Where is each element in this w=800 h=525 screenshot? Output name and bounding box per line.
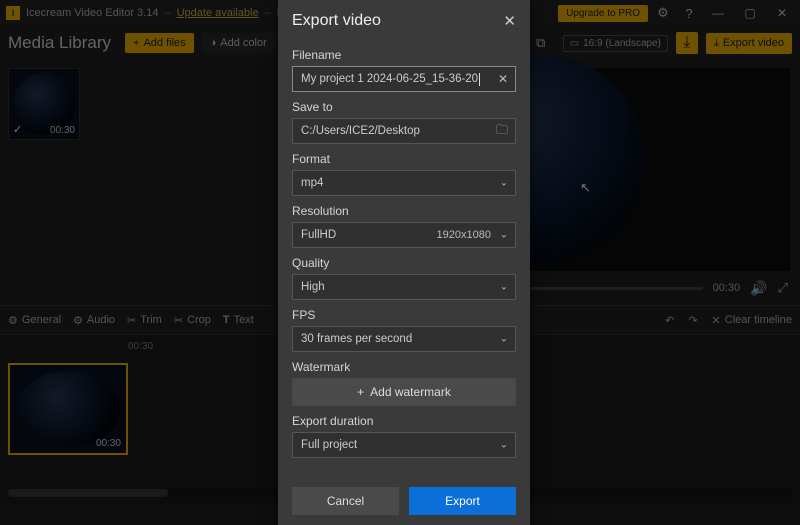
text-tool[interactable]: TText: [223, 314, 254, 326]
duration-select[interactable]: Full project ⌄: [292, 432, 516, 458]
chevron-down-icon: ⌄: [500, 334, 508, 345]
dialog-title: Export video: [292, 12, 381, 30]
undo-icon[interactable]: ↶: [665, 314, 674, 327]
watermark-label: Watermark: [292, 360, 516, 374]
saveto-input[interactable]: C:/Users/ICE2/Desktop 🗀: [292, 118, 516, 144]
add-color-button[interactable]: ◑Add color: [202, 33, 275, 53]
quality-select[interactable]: High ⌄: [292, 274, 516, 300]
gear-icon: ⚙: [8, 314, 18, 327]
separator: –: [265, 7, 271, 19]
fullscreen-icon[interactable]: ⤢: [778, 280, 788, 296]
camera-icon[interactable]: ⧉: [527, 31, 555, 55]
export-button[interactable]: Export: [409, 487, 516, 515]
filename-input[interactable]: My project 1 2024-06-25_15-36-20 ✕: [292, 66, 516, 92]
thumbnail-duration: 00:30: [50, 125, 75, 136]
app-icon: I: [6, 6, 20, 20]
maximize-button[interactable]: ▢: [736, 0, 764, 26]
close-button[interactable]: ✕: [768, 0, 796, 26]
time-total: 00:30: [713, 282, 741, 294]
resolution-select[interactable]: FullHD 1920x1080 ⌄: [292, 222, 516, 248]
aspect-icon: ▭: [570, 38, 579, 49]
export-icon-button[interactable]: ⤓: [676, 32, 698, 54]
volume-icon[interactable]: 🔊: [750, 280, 767, 297]
redo-icon[interactable]: ↷: [688, 314, 697, 327]
chevron-down-icon: ⌄: [500, 440, 508, 451]
text-icon: T: [223, 314, 230, 326]
cancel-button[interactable]: Cancel: [292, 487, 399, 515]
clear-timeline-button[interactable]: ✕Clear timeline: [712, 314, 792, 327]
ruler-tick: 00:30: [128, 341, 153, 352]
minimize-button[interactable]: —: [704, 0, 732, 26]
app-name: Icecream Video Editor 3.14: [26, 7, 158, 19]
clip-duration: 00:30: [96, 438, 121, 449]
trim-tool[interactable]: ✂Trim: [127, 314, 162, 327]
palette-icon: ◑: [210, 37, 217, 49]
crop-tool[interactable]: ✂Crop: [174, 314, 211, 327]
clip-thumbnail: [16, 371, 120, 447]
general-tool[interactable]: ⚙General: [8, 314, 61, 327]
dialog-close-button[interactable]: ✕: [503, 12, 516, 30]
separator: –: [164, 7, 170, 19]
scissors-icon: ✂: [127, 314, 136, 327]
scrollbar-thumb[interactable]: [8, 489, 168, 497]
library-title: Media Library: [8, 33, 111, 53]
plus-icon: +: [357, 385, 364, 399]
audio-icon: ⚙: [73, 314, 83, 327]
plus-icon: +: [133, 37, 139, 49]
timeline-clip[interactable]: 00:30: [8, 363, 128, 455]
fps-select[interactable]: 30 frames per second ⌄: [292, 326, 516, 352]
chevron-down-icon: ⌄: [500, 282, 508, 293]
gear-icon[interactable]: ⚙: [652, 0, 674, 26]
filename-label: Filename: [292, 48, 516, 62]
close-icon: ✕: [712, 314, 721, 327]
clear-icon[interactable]: ✕: [498, 72, 508, 86]
audio-tool[interactable]: ⚙Audio: [73, 314, 115, 327]
chevron-down-icon: ⌄: [500, 230, 508, 241]
quality-label: Quality: [292, 256, 516, 270]
add-watermark-button[interactable]: + Add watermark: [292, 378, 516, 406]
resolution-label: Resolution: [292, 204, 516, 218]
format-label: Format: [292, 152, 516, 166]
update-link[interactable]: Update available: [177, 7, 259, 19]
aspect-ratio-selector[interactable]: ▭16:9 (Landscape): [563, 35, 668, 52]
chevron-down-icon: ⌄: [500, 178, 508, 189]
media-library: ✓ 00:30: [0, 60, 280, 305]
fps-label: FPS: [292, 308, 516, 322]
media-thumbnail[interactable]: ✓ 00:30: [8, 68, 80, 140]
format-select[interactable]: mp4 ⌄: [292, 170, 516, 196]
upgrade-button[interactable]: Upgrade to PRO: [558, 5, 648, 22]
resolution-px: 1920x1080: [437, 229, 491, 241]
mouse-cursor: ↖: [580, 180, 591, 196]
check-icon: ✓: [13, 123, 22, 136]
export-icon: ⤓: [714, 37, 719, 50]
help-icon[interactable]: ?: [678, 0, 700, 26]
saveto-label: Save to: [292, 100, 516, 114]
add-files-button[interactable]: +Add files: [125, 33, 194, 53]
folder-icon[interactable]: 🗀: [496, 121, 508, 142]
duration-label: Export duration: [292, 414, 516, 428]
export-video-button[interactable]: ⤓Export video: [706, 33, 792, 54]
export-dialog: Export video ✕ Filename My project 1 202…: [278, 0, 530, 525]
crop-icon: ✂: [174, 314, 183, 327]
